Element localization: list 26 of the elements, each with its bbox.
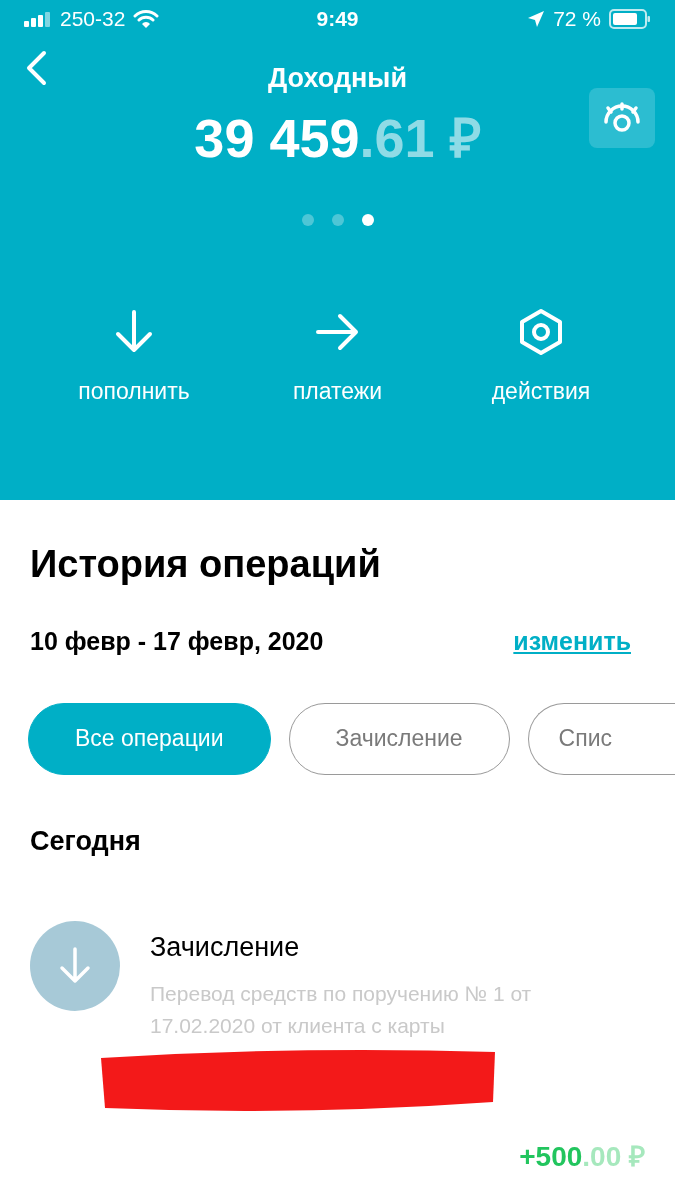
hide-balance-button[interactable] — [589, 88, 655, 148]
back-button[interactable] — [24, 50, 48, 86]
battery-percent: 72 % — [553, 6, 601, 33]
signal-icon — [24, 11, 52, 27]
balance-amount: 39 459.61 ₽ — [194, 106, 481, 170]
date-range: 10 февр - 17 февр, 2020 — [30, 626, 324, 657]
group-heading: Сегодня — [30, 824, 142, 858]
filter-chip[interactable]: Все операции — [28, 702, 271, 775]
change-link[interactable]: изменить — [513, 623, 631, 661]
history-heading: История операций — [30, 542, 382, 587]
action-button[interactable]: пополнить — [34, 308, 234, 409]
filter-chip[interactable]: Зачисление — [288, 702, 510, 775]
action-button[interactable]: платежи — [237, 308, 438, 409]
operation-amount: +500.00 ₽ — [519, 1139, 645, 1174]
location-arrow-icon — [527, 10, 546, 28]
action-button[interactable]: действия — [441, 308, 641, 409]
hexagon-nut-icon — [517, 308, 565, 356]
account-title: Доходный — [268, 62, 407, 95]
clock-text: 9:49 — [316, 6, 359, 33]
filter-chip[interactable]: Спис — [527, 702, 675, 775]
eye-icon — [603, 102, 641, 134]
operation-title: Зачисление — [150, 931, 301, 964]
wifi-icon — [133, 9, 160, 29]
carrier-text: 250-32 — [60, 6, 126, 33]
battery-icon — [609, 9, 651, 29]
back-chevron-icon — [24, 50, 48, 86]
